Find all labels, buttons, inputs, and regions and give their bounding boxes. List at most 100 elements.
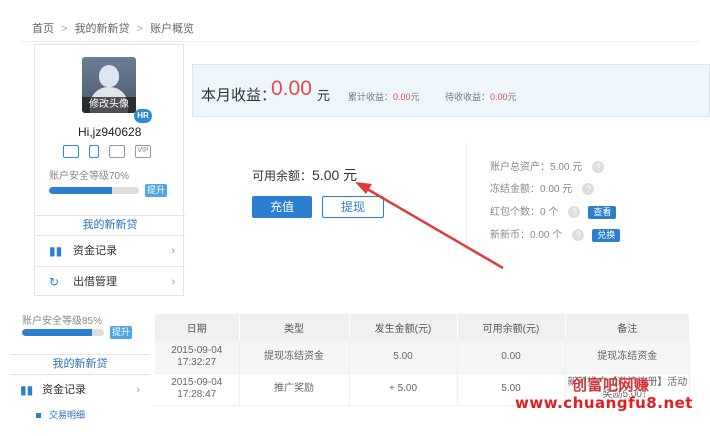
chevron-right-icon: › [136, 384, 140, 396]
monthly-earnings-panel: 本月收益： 0.00 元 累计收益：0.00元 待收收益：0.00元 [192, 64, 710, 117]
my-account-link[interactable]: 我的新新贷 [35, 215, 185, 232]
watermark-logo: 创富吧网赚 [572, 376, 650, 394]
security-level-fill [49, 187, 112, 194]
watermark: 创富吧网赚 www.chuangfu8.net [515, 376, 693, 412]
date: 2015-09-04 [171, 377, 223, 388]
watermark-url: www.chuangfu8.net [515, 394, 693, 412]
note: 提现冻结资金 [597, 350, 658, 362]
total-assets-label: 账户总资产： [490, 162, 550, 173]
note-cell: 提现冻结资金 [565, 341, 690, 374]
breadcrumb-current: 账户概览 [150, 23, 195, 35]
menu-lending-management[interactable]: ↻ 出借管理 › [35, 266, 185, 297]
monthly-earnings-unit: 元 [317, 88, 331, 103]
my-account-link-label: 我的新新贷 [52, 358, 108, 370]
sub-link-transaction-details[interactable]: 交易明细 [36, 408, 85, 421]
security-level-label: 账户安全等级70% [49, 171, 130, 182]
vip-icon[interactable]: VIP [135, 145, 151, 158]
avatar[interactable]: 修改头像 [82, 57, 136, 113]
security-level-fill [22, 329, 92, 336]
time: 17:28:47 [177, 389, 217, 400]
exchange-button[interactable]: 兑换 [592, 228, 621, 242]
my-account-link-label: 我的新新贷 [82, 219, 138, 231]
total-earnings-value: 0.00 [393, 92, 411, 102]
sidebar: 修改头像 HR Hi,jz940628 VIP 账户安全等级70% 提升 我的新… [34, 44, 185, 297]
table-row: 2015-09-04 17:32:27 提现冻结资金 5.00 0.00 提现冻结… [155, 341, 690, 374]
upgrade-button[interactable]: 提升 [110, 326, 132, 339]
help-icon[interactable]: ? [568, 206, 581, 219]
type-cell: 推广奖励 [239, 373, 350, 406]
menu-label: 资金记录 [42, 384, 86, 396]
fund-records-panel: 账户安全等级85% 提升 我的新新贷 ▮▮ 资金记录 › 交易明细 日期 类型 … [0, 298, 710, 436]
red-packet-value: 0 个 [540, 207, 559, 218]
column-header: 发生金额(元) [349, 314, 458, 341]
account-overview-panel: 首页 > 我的新新贷 > 账户概览 修改头像 HR Hi,jz940628 VI… [20, 8, 710, 296]
menu-label: 资金记录 [73, 245, 117, 257]
type-cell: 提现冻结资金 [239, 341, 350, 374]
column-header: 类型 [239, 314, 350, 341]
balance-cell: 0.00 [457, 341, 566, 374]
amount-cell: + 5.00 [349, 373, 458, 406]
breadcrumb-separator: > [61, 23, 68, 35]
breadcrumb-separator: > [136, 23, 144, 35]
sidebar-bottom: 账户安全等级85% 提升 我的新新贷 ▮▮ 资金记录 › 交易明细 [10, 298, 150, 436]
chevron-right-icon: › [171, 276, 175, 288]
column-header: 日期 [155, 314, 240, 341]
menu-fund-records[interactable]: ▮▮ 资金记录 › [10, 374, 150, 405]
menu-fund-records[interactable]: ▮▮ 资金记录 › [35, 235, 185, 266]
upgrade-button[interactable]: 提升 [145, 184, 167, 197]
xinxin-coins: 新新币：0.00 个? 兑换 [490, 226, 621, 242]
bar-chart-icon: ▮▮ [49, 244, 63, 258]
available-balance-label: 可用余额： [252, 169, 313, 183]
date: 2015-09-04 [171, 344, 223, 356]
pending-earnings: 待收收益：0.00元 [445, 90, 517, 103]
breadcrumb: 首页 > 我的新新贷 > 账户概览 [20, 8, 700, 42]
mail-icon[interactable] [109, 145, 125, 158]
time: 17:32:27 [177, 356, 217, 368]
available-balance-value: 5.00 元 [312, 167, 358, 183]
security-level-label: 账户安全等级85% [22, 316, 103, 327]
total-earnings: 累计收益：0.00元 [348, 90, 420, 103]
phone-icon[interactable] [89, 145, 99, 158]
total-earnings-label: 累计收益： [348, 92, 394, 102]
security-level-bar [49, 187, 139, 194]
menu-label: 出借管理 [73, 276, 117, 288]
date-cell: 2015-09-04 17:28:47 [155, 373, 240, 406]
help-icon[interactable]: ? [582, 183, 595, 196]
edit-avatar-label[interactable]: 修改头像 [82, 97, 136, 113]
divider [466, 142, 467, 252]
security-level-bar [22, 329, 104, 336]
pending-earnings-unit: 元 [507, 92, 517, 102]
chevron-right-icon: › [171, 245, 175, 257]
breadcrumb-level1[interactable]: 我的新新贷 [75, 23, 130, 35]
date-cell: 2015-09-04 17:32:27 [155, 341, 240, 374]
refresh-icon: ↻ [49, 275, 60, 289]
help-icon[interactable]: ? [572, 229, 585, 242]
table-header-row: 日期 类型 发生金额(元) 可用余额(元) 备注 [155, 314, 690, 341]
monthly-earnings-label: 本月收益： [201, 87, 277, 104]
id-card-icon[interactable] [63, 145, 79, 158]
frozen-amount-label: 冻结金额： [490, 184, 540, 195]
xinxin-coins-label: 新新币： [490, 230, 530, 241]
total-assets-value: 5.00 元 [550, 162, 583, 173]
column-header: 可用余额(元) [457, 314, 566, 341]
pending-earnings-label: 待收收益： [445, 92, 491, 102]
avatar-head [99, 65, 119, 87]
recharge-button[interactable]: 充值 [252, 196, 312, 218]
username: Hi,jz940628 [78, 125, 142, 139]
help-icon[interactable]: ? [592, 161, 605, 174]
red-packet-label: 红包个数： [490, 207, 540, 218]
breadcrumb-home[interactable]: 首页 [32, 23, 54, 35]
column-header: 备注 [565, 314, 690, 341]
frozen-amount: 冻结金额：0.00 元? [490, 180, 595, 196]
monthly-earnings-value: 0.00 [271, 77, 312, 100]
security-icons: VIP [63, 145, 151, 158]
my-account-link[interactable]: 我的新新贷 [10, 354, 150, 371]
total-assets: 账户总资产：5.00 元? [490, 158, 605, 174]
view-button[interactable]: 查看 [588, 205, 617, 219]
hr-badge: HR [134, 109, 152, 123]
xinxin-coins-value: 0.00 个 [530, 230, 563, 241]
withdraw-button[interactable]: 提现 [322, 196, 384, 218]
pending-earnings-value: 0.00 [490, 92, 508, 102]
frozen-amount-value: 0.00 元 [540, 184, 573, 195]
red-packet-count: 红包个数：0 个? 查看 [490, 203, 617, 219]
